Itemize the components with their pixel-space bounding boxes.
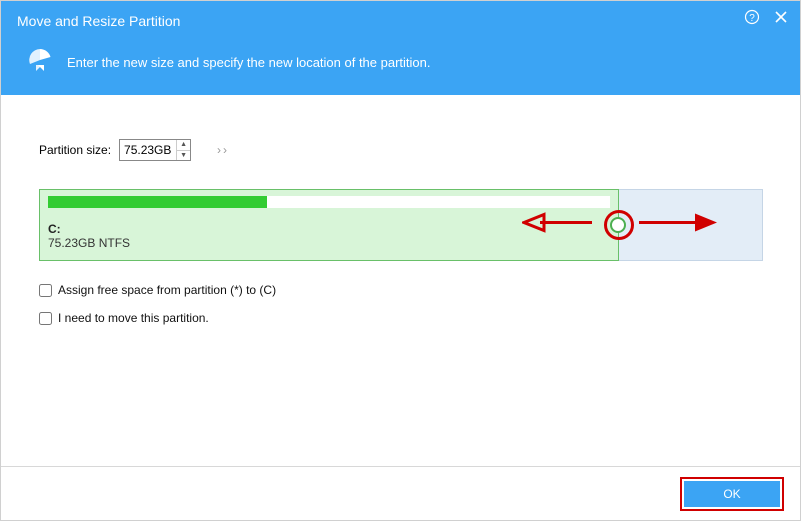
partition-diagram: C: 75.23GB NTFS (39, 189, 763, 261)
partition-size-input[interactable] (120, 140, 176, 160)
dialog-footer: OK (1, 466, 800, 520)
dialog-header: Move and Resize Partition ? Enter the ne… (1, 1, 800, 95)
partition-drive-letter: C: (48, 222, 610, 236)
partition-size-row: Partition size: ▲ ▼ ›› (39, 139, 762, 161)
svg-text:?: ? (749, 13, 755, 24)
partition-size-stepper[interactable]: ▲ ▼ (119, 139, 191, 161)
ok-button[interactable]: OK (684, 481, 780, 507)
option-need-move[interactable]: I need to move this partition. (39, 311, 762, 325)
resize-handle[interactable] (610, 217, 626, 233)
dialog-subtitle: Enter the new size and specify the new l… (67, 55, 431, 70)
spinner-up-icon[interactable]: ▲ (177, 140, 190, 151)
partition-detail: 75.23GB NTFS (48, 236, 610, 250)
partition-block-c[interactable]: C: 75.23GB NTFS (39, 189, 619, 261)
spinner-buttons: ▲ ▼ (176, 140, 190, 160)
options-group: Assign free space from partition (*) to … (39, 283, 762, 325)
spinner-down-icon[interactable]: ▼ (177, 151, 190, 161)
partition-pie-icon (27, 47, 53, 78)
dialog-title: Move and Resize Partition (17, 11, 784, 29)
usage-fill (48, 196, 267, 208)
window-controls: ? (744, 9, 788, 30)
close-icon[interactable] (774, 10, 788, 29)
assign-free-label: Assign free space from partition (*) to … (58, 283, 276, 297)
assign-free-checkbox[interactable] (39, 284, 52, 297)
option-assign-free[interactable]: Assign free space from partition (*) to … (39, 283, 762, 297)
help-icon[interactable]: ? (744, 9, 760, 30)
partition-size-label: Partition size: (39, 143, 111, 157)
dialog-body: Partition size: ▲ ▼ ›› C: 75.23GB NTFS (1, 95, 800, 325)
expand-toggle-icon[interactable]: ›› (217, 143, 229, 157)
need-move-checkbox[interactable] (39, 312, 52, 325)
unallocated-block[interactable] (619, 189, 763, 261)
header-subrow: Enter the new size and specify the new l… (17, 47, 784, 78)
need-move-label: I need to move this partition. (58, 311, 209, 325)
usage-bar (48, 196, 610, 208)
